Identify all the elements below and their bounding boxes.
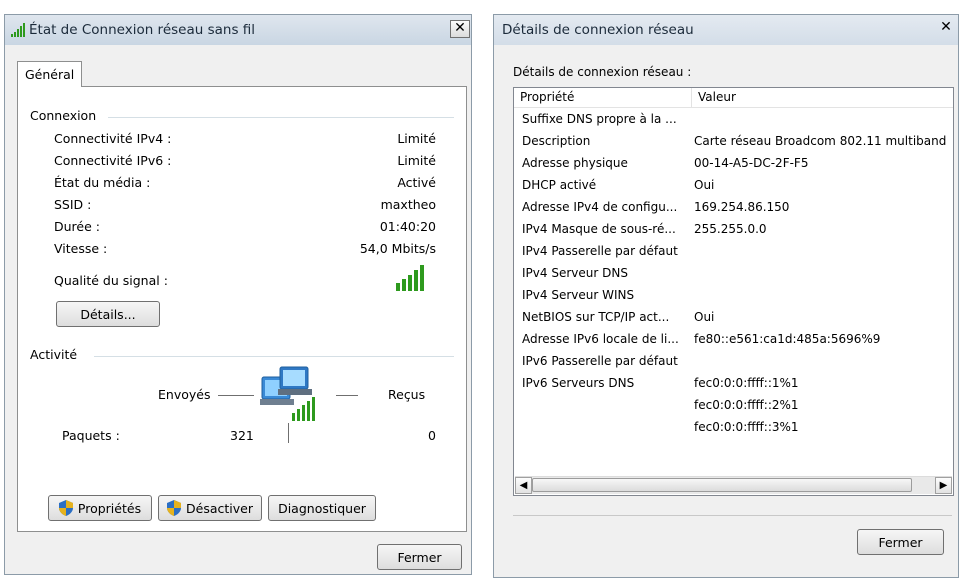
tab-general[interactable]: Général — [17, 61, 83, 87]
property-cell: Adresse physique — [522, 156, 628, 170]
scroll-right-icon[interactable]: ▶ — [935, 477, 952, 494]
properties-button-label: Propriétés — [77, 500, 142, 516]
network-computers-icon — [260, 366, 315, 421]
property-cell: Description — [522, 134, 591, 148]
sent-label: Envoyés — [158, 387, 211, 402]
diagnose-button[interactable]: Diagnostiquer — [268, 495, 376, 521]
value-cell: fec0:0:0:ffff::2%1 — [694, 398, 799, 412]
value-cell: fec0:0:0:ffff::1%1 — [694, 376, 799, 390]
received-line — [336, 395, 358, 396]
disable-button-label: Désactiver — [186, 500, 253, 516]
property-cell: Suffixe DNS propre à la ... — [522, 112, 677, 126]
value-cell: Oui — [694, 178, 715, 192]
property-cell: IPv4 Masque de sous-ré... — [522, 222, 676, 236]
title-bar[interactable]: État de Connexion réseau sans fil ✕ — [5, 15, 471, 45]
details-button[interactable]: Détails... — [56, 301, 160, 327]
table-row[interactable]: IPv4 Serveur DNS — [514, 262, 953, 284]
property-cell: IPv4 Passerelle par défaut — [522, 244, 678, 258]
speed-label: Vitesse : — [54, 241, 108, 256]
connection-group-label: Connexion — [30, 108, 103, 123]
table-row[interactable]: IPv6 Serveurs DNS fec0:0:0:ffff::1%1 — [514, 372, 953, 394]
table-row[interactable]: fec0:0:0:ffff::2%1 — [514, 394, 953, 416]
ipv6-connectivity-label: Connectivité IPv6 : — [54, 153, 172, 168]
table-row[interactable]: IPv4 Passerelle par défaut — [514, 240, 953, 262]
property-cell: IPv6 Passerelle par défaut — [522, 354, 678, 368]
value-cell: 255.255.0.0 — [694, 222, 767, 236]
group-divider — [108, 117, 454, 118]
table-row[interactable]: DHCP activé Oui — [514, 174, 953, 196]
horizontal-scrollbar[interactable]: ◀ ▶ — [515, 476, 952, 494]
table-row[interactable]: Suffixe DNS propre à la ... — [514, 108, 953, 130]
packets-divider — [288, 423, 289, 443]
packets-received-value: 0 — [428, 428, 436, 443]
wireless-status-window: État de Connexion réseau sans fil ✕ Géné… — [4, 14, 472, 575]
packets-sent-value: 321 — [230, 428, 254, 443]
details-list[interactable]: Propriété Valeur Suffixe DNS propre à la… — [513, 87, 954, 496]
received-label: Reçus — [388, 387, 426, 402]
window-title: État de Connexion réseau sans fil — [29, 22, 256, 38]
table-row[interactable]: IPv6 Passerelle par défaut — [514, 350, 953, 372]
table-row[interactable]: Description Carte réseau Broadcom 802.11 … — [514, 130, 953, 152]
shield-icon — [58, 500, 73, 516]
table-row[interactable]: NetBIOS sur TCP/IP act... Oui — [514, 306, 953, 328]
ipv4-connectivity-value: Limité — [397, 131, 436, 146]
tab-panel-general: Connexion Connectivité IPv4 : Limité Con… — [17, 86, 467, 532]
media-state-label: État du média : — [54, 175, 151, 190]
media-state-value: Activé — [397, 175, 436, 190]
property-cell: IPv6 Serveurs DNS — [522, 376, 635, 390]
table-row[interactable]: Adresse physique 00-14-A5-DC-2F-F5 — [514, 152, 953, 174]
close-icon[interactable]: ✕ — [936, 20, 956, 38]
disable-button[interactable]: Désactiver — [158, 495, 262, 521]
activity-group-label: Activité — [30, 347, 84, 362]
close-icon[interactable]: ✕ — [450, 20, 470, 38]
close-button[interactable]: Fermer — [377, 544, 462, 570]
sent-line — [218, 395, 254, 396]
signal-quality-label: Qualité du signal : — [54, 273, 168, 288]
value-cell: 00-14-A5-DC-2F-F5 — [694, 156, 809, 170]
property-cell: IPv4 Serveur DNS — [522, 266, 628, 280]
property-cell: IPv4 Serveur WINS — [522, 288, 635, 302]
network-details-window: Détails de connexion réseau ✕ Détails de… — [493, 14, 959, 578]
close-button[interactable]: Fermer — [857, 529, 944, 555]
window-title: Détails de connexion réseau — [502, 22, 694, 38]
group-divider — [94, 356, 454, 357]
packets-label: Paquets : — [62, 428, 120, 443]
ssid-value: maxtheo — [380, 197, 436, 212]
column-header-property[interactable]: Propriété — [514, 88, 692, 107]
shield-icon — [167, 500, 182, 516]
scroll-thumb[interactable] — [532, 478, 912, 492]
value-cell: fec0:0:0:ffff::3%1 — [694, 420, 799, 434]
property-cell: DHCP activé — [522, 178, 597, 192]
property-cell: Adresse IPv4 de configu... — [522, 200, 678, 214]
table-row[interactable]: IPv4 Masque de sous-ré... 255.255.0.0 — [514, 218, 953, 240]
ipv6-connectivity-value: Limité — [397, 153, 436, 168]
property-cell: NetBIOS sur TCP/IP act... — [522, 310, 670, 324]
signal-strength-icon — [396, 265, 424, 291]
scroll-left-icon[interactable]: ◀ — [515, 477, 532, 494]
list-caption: Détails de connexion réseau : — [513, 65, 692, 79]
duration-value: 01:40:20 — [379, 219, 436, 234]
table-row[interactable]: Adresse IPv4 de configu... 169.254.86.150 — [514, 196, 953, 218]
duration-label: Durée : — [54, 219, 100, 234]
wireless-signal-icon — [11, 23, 25, 37]
title-bar[interactable]: Détails de connexion réseau ✕ — [494, 15, 958, 45]
column-header-value[interactable]: Valeur — [692, 88, 953, 107]
property-cell: Adresse IPv6 locale de li... — [522, 332, 679, 346]
properties-button[interactable]: Propriétés — [48, 495, 152, 521]
value-cell: Carte réseau Broadcom 802.11 multiband — [694, 134, 947, 148]
ssid-label: SSID : — [54, 197, 92, 212]
value-cell: fe80::e561:ca1d:485a:5696%9 — [694, 332, 881, 346]
table-row[interactable]: fec0:0:0:ffff::3%1 — [514, 416, 953, 438]
list-header: Propriété Valeur — [514, 88, 953, 108]
value-cell: 169.254.86.150 — [694, 200, 790, 214]
table-row[interactable]: Adresse IPv6 locale de li... fe80::e561:c… — [514, 328, 953, 350]
footer-divider — [513, 515, 952, 516]
table-row[interactable]: IPv4 Serveur WINS — [514, 284, 953, 306]
speed-value: 54,0 Mbits/s — [359, 241, 436, 256]
value-cell: Oui — [694, 310, 715, 324]
ipv4-connectivity-label: Connectivité IPv4 : — [54, 131, 172, 146]
